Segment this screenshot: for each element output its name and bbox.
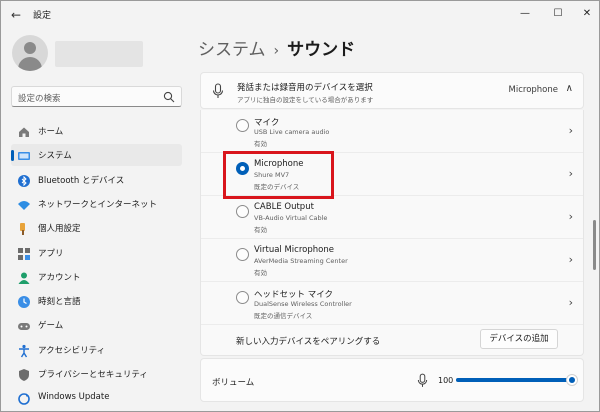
maximize-button[interactable]: ☐	[548, 5, 568, 23]
sidebar-item-accessibility[interactable]: アクセシビリティ	[11, 339, 182, 361]
sidebar-item-system[interactable]: システム	[11, 144, 182, 167]
device-row[interactable]: Virtual Microphone AVerMedia Streaming Ce…	[201, 239, 583, 282]
time-language-icon	[17, 294, 31, 309]
gaming-icon	[17, 318, 31, 332]
volume-slider-thumb[interactable]	[566, 374, 578, 386]
search-icon	[163, 91, 175, 103]
user-name-redacted	[55, 41, 143, 67]
sidebar-item-gaming[interactable]: ゲーム	[11, 314, 182, 336]
device-name: マイク	[254, 118, 280, 128]
scrollbar[interactable]	[593, 35, 596, 405]
page-title: サウンド	[287, 40, 356, 60]
sidebar-item-label: アクセシビリティ	[38, 345, 106, 356]
search-box[interactable]: 設定の検索	[11, 86, 182, 107]
device-status: 既定の通信デバイス	[254, 312, 313, 320]
device-list: マイク USB Live camera audio 有効 › Microphone Shu…	[200, 110, 584, 356]
volume-microphone-icon[interactable]	[417, 373, 428, 388]
privacy-icon	[17, 367, 31, 381]
sidebar-item-label: Windows Update	[38, 392, 110, 403]
device-status: 有効	[254, 140, 267, 148]
system-icon	[17, 148, 31, 162]
chevron-right-icon[interactable]: ›	[569, 253, 573, 266]
sidebar-item-bluetooth[interactable]: Bluetooth とデバイス	[11, 169, 182, 191]
active-indicator	[11, 150, 14, 162]
apps-icon	[17, 246, 31, 260]
sidebar-item-privacy[interactable]: プライバシーとセキュリティ	[11, 363, 182, 385]
input-section-title: 発話または録音用のデバイスを選択	[237, 83, 373, 93]
sidebar-item-label: Bluetooth とデバイス	[38, 175, 125, 186]
device-radio-button[interactable]	[236, 119, 249, 132]
microphone-icon	[212, 83, 224, 98]
sidebar-item-label: ゲーム	[38, 321, 64, 332]
home-icon	[17, 124, 31, 138]
sidebar-divider	[183, 131, 185, 401]
device-name: CABLE Output	[254, 202, 314, 212]
volume-slider[interactable]	[456, 374, 578, 386]
sidebar-item-label: 個人用設定	[38, 224, 81, 235]
network-icon	[17, 197, 31, 211]
app-title: 設定	[33, 11, 52, 21]
sidebar-item-label: プライバシーとセキュリティ	[38, 370, 148, 380]
volume-label: ボリューム	[212, 378, 255, 388]
settings-window: ← 設定 — ☐ ✕ 設定の検索 ホーム システム Bluetooth とデバイスネ…	[0, 0, 600, 412]
sidebar-item-account[interactable]: アカウント	[11, 266, 182, 288]
device-name: ヘッドセット マイク	[254, 290, 334, 300]
chevron-right-icon[interactable]: ›	[569, 296, 573, 309]
device-radio-button[interactable]	[236, 248, 249, 261]
scrollbar-thumb[interactable]	[593, 220, 596, 270]
pair-device-row: 新しい入力デバイスをペアリングする デバイスの追加	[201, 325, 583, 355]
user-avatar-icon[interactable]	[12, 35, 48, 71]
back-arrow-icon[interactable]: ←	[7, 6, 25, 24]
chevron-up-icon[interactable]: ∧	[566, 83, 573, 94]
windows-update-icon	[17, 391, 31, 406]
device-radio-button[interactable]	[236, 205, 249, 218]
device-row[interactable]: CABLE Output VB-Audio Virtual Cable 有効 ›	[201, 196, 583, 239]
device-detail: USB Live camera audio	[254, 128, 330, 136]
sidebar-item-home[interactable]: ホーム	[11, 120, 182, 142]
volume-slider-fill	[456, 378, 572, 382]
input-device-header[interactable]: 発話または録音用のデバイスを選択 アプリに独自の設定をしている場合があります M…	[200, 72, 584, 109]
sidebar-item-label: ホーム	[38, 127, 64, 137]
device-status: 有効	[254, 269, 267, 277]
sidebar-item-network[interactable]: ネットワークとインターネット	[11, 193, 182, 215]
volume-value: 100	[438, 376, 454, 385]
title-bar: ← 設定 — ☐ ✕	[1, 1, 599, 29]
breadcrumb: システム › サウンド	[198, 35, 355, 60]
chevron-right-icon[interactable]: ›	[569, 210, 573, 223]
minimize-button[interactable]: —	[515, 5, 535, 23]
account-icon	[17, 270, 31, 284]
breadcrumb-separator: ›	[273, 43, 280, 59]
search-placeholder: 設定の検索	[18, 94, 61, 104]
device-detail: DualSense Wireless Controller	[254, 300, 352, 308]
selected-device-value: Microphone	[508, 85, 558, 95]
device-radio-button[interactable]	[236, 291, 249, 304]
device-detail: VB-Audio Virtual Cable	[254, 214, 328, 222]
chevron-right-icon[interactable]: ›	[569, 124, 573, 137]
bluetooth-icon	[17, 173, 31, 187]
sidebar-item-label: システム	[38, 151, 72, 162]
device-detail: AVerMedia Streaming Center	[254, 257, 348, 265]
sidebar-item-label: ネットワークとインターネット	[38, 199, 158, 210]
device-row[interactable]: マイク USB Live camera audio 有効 ›	[201, 110, 583, 153]
sidebar-item-label: アカウント	[38, 272, 81, 283]
chevron-right-icon[interactable]: ›	[569, 167, 573, 180]
close-button[interactable]: ✕	[577, 5, 597, 23]
device-status: 有効	[254, 226, 267, 234]
sidebar-item-apps[interactable]: アプリ	[11, 242, 182, 264]
personalization-icon	[17, 221, 31, 236]
device-name: Virtual Microphone	[254, 245, 334, 255]
device-row[interactable]: ヘッドセット マイク DualSense Wireless Controller 既…	[201, 282, 583, 325]
sidebar-item-label: アプリ	[38, 248, 64, 259]
pair-device-label: 新しい入力デバイスをペアリングする	[236, 337, 381, 347]
add-device-button[interactable]: デバイスの追加	[480, 329, 558, 349]
sidebar-item-windows-update[interactable]: Windows Update	[11, 387, 182, 409]
sidebar-item-time-language[interactable]: 時刻と言語	[11, 290, 182, 312]
accessibility-icon	[17, 343, 31, 358]
breadcrumb-parent[interactable]: システム	[198, 40, 266, 60]
sidebar-item-label: 時刻と言語	[38, 297, 81, 308]
sidebar-item-personalization[interactable]: 個人用設定	[11, 217, 182, 239]
selected-device-highlight-box	[223, 151, 334, 199]
volume-card: ボリューム 100	[200, 358, 584, 402]
input-section-subtitle: アプリに独自の設定をしている場合があります	[237, 96, 374, 104]
